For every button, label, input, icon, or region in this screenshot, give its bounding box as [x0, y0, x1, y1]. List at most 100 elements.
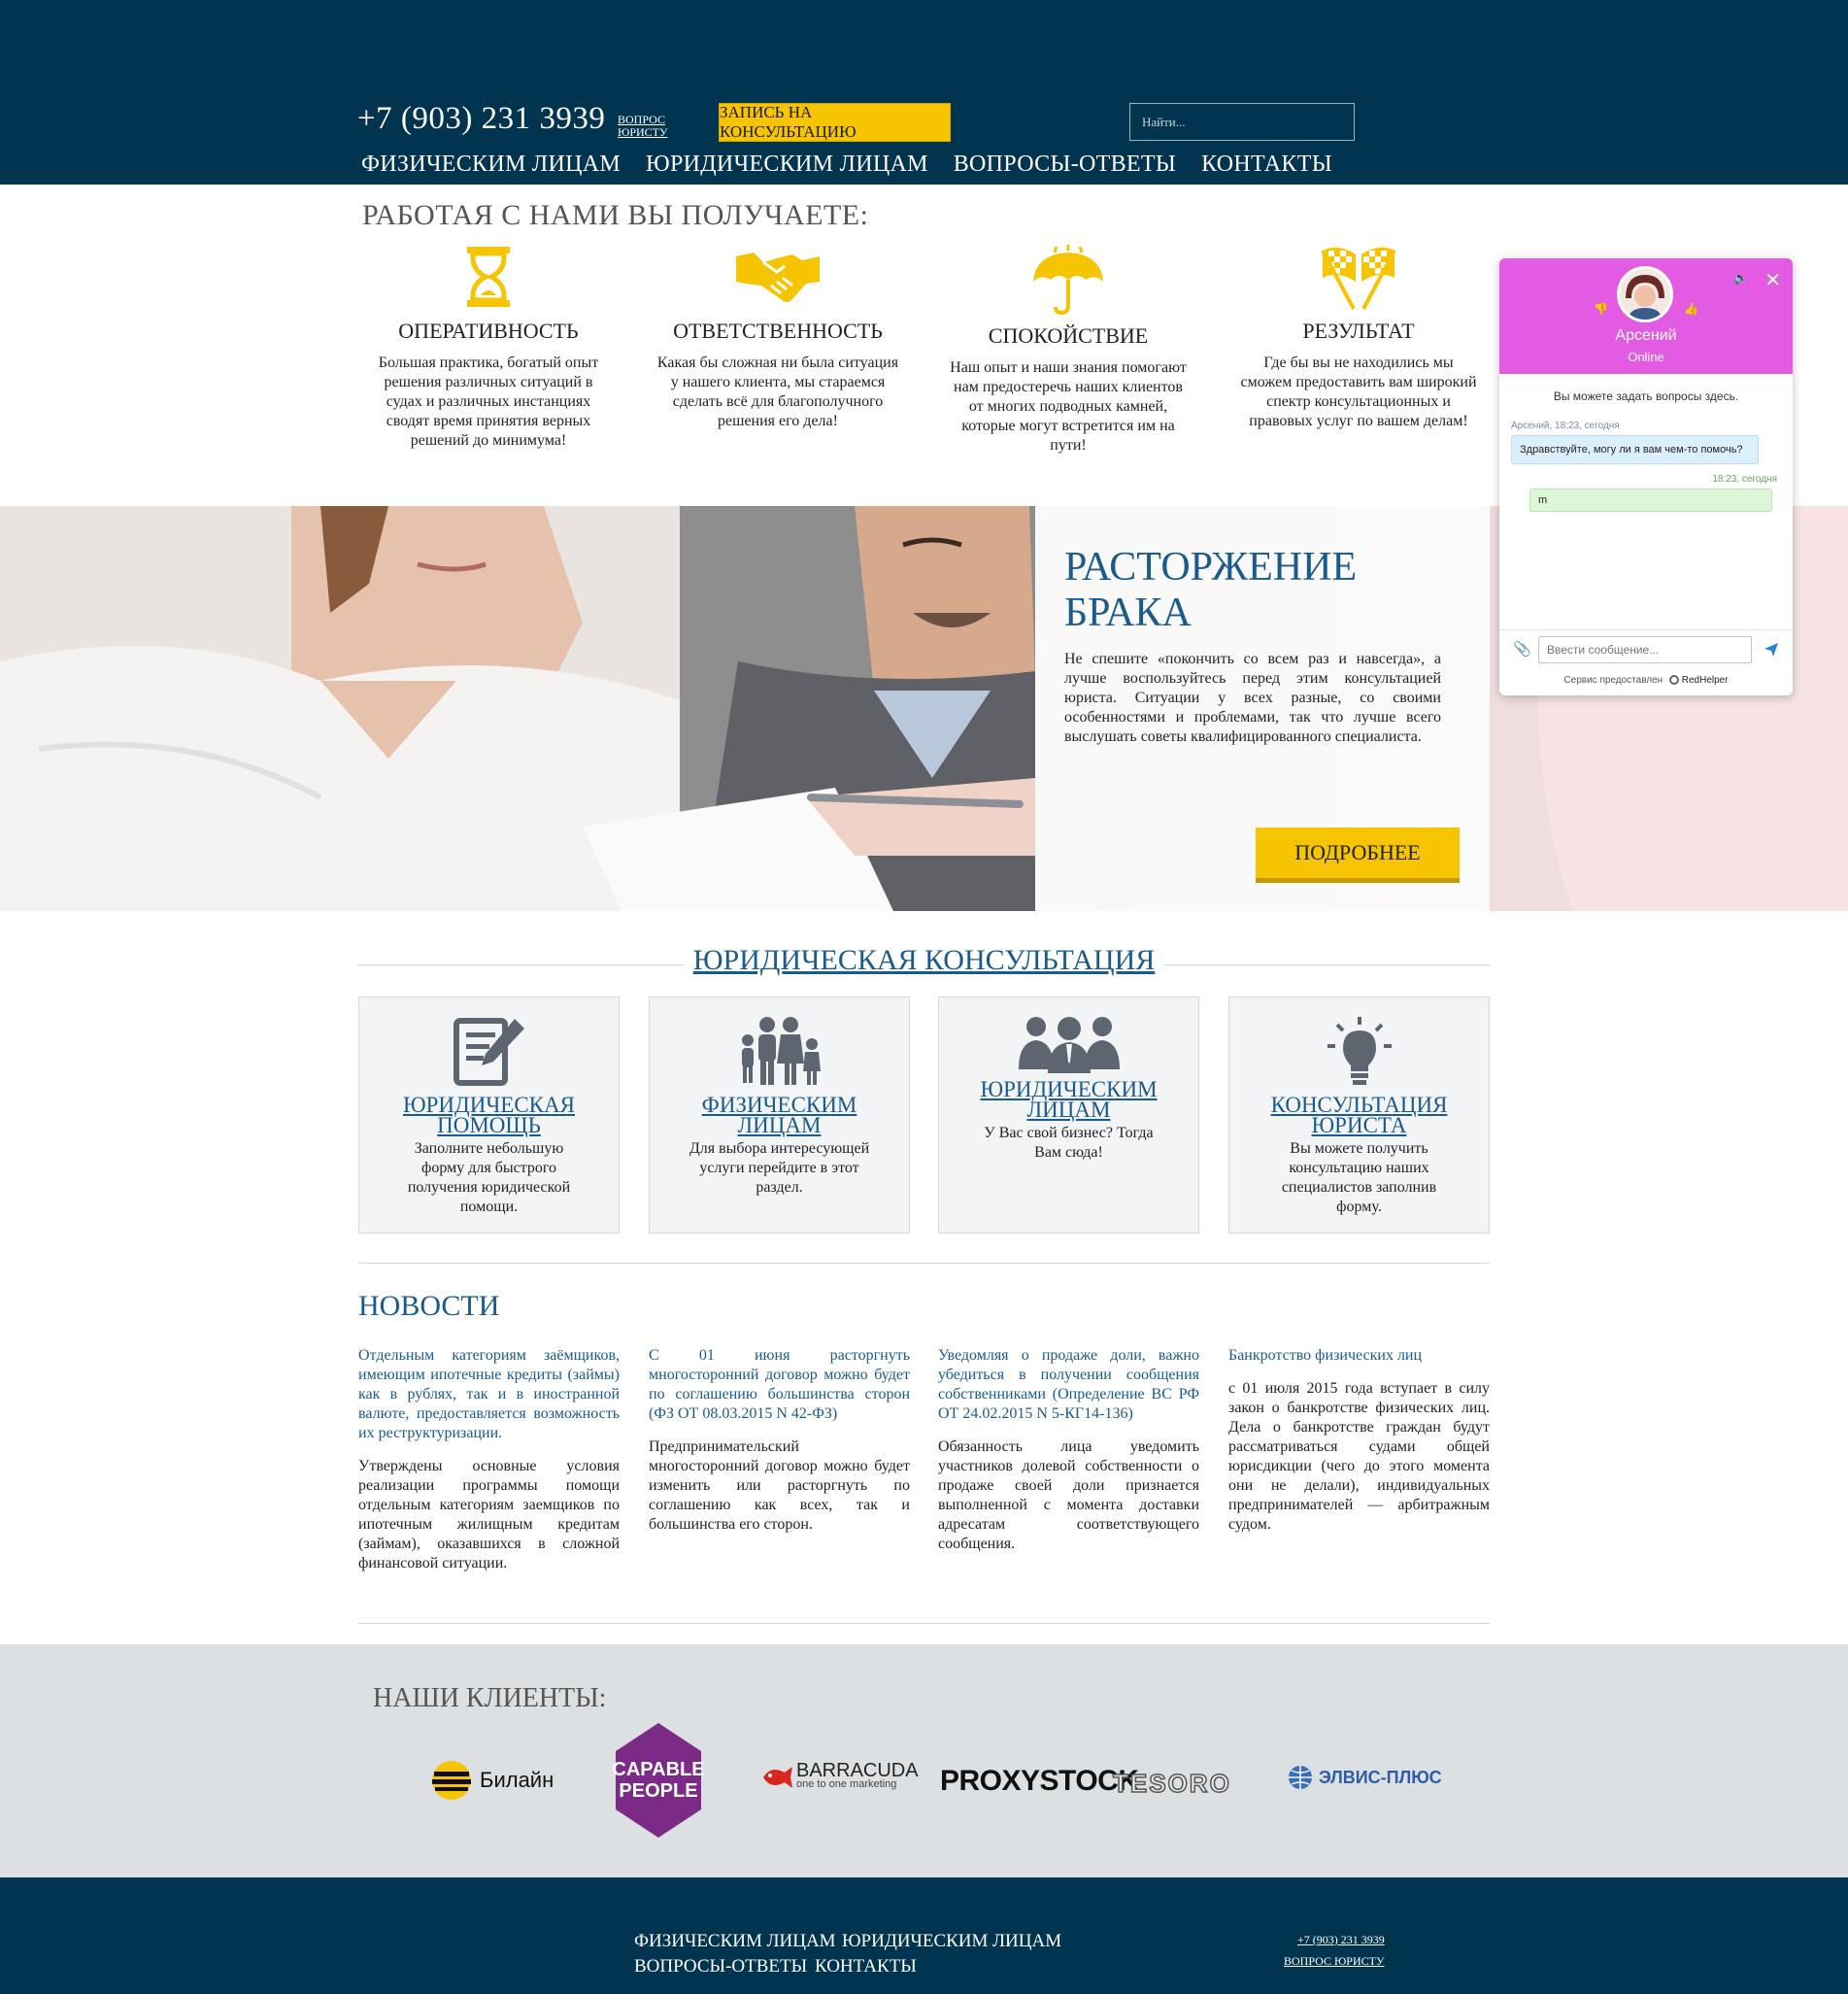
benefit-title: РЕЗУЛЬТАТ	[1302, 319, 1415, 343]
logo-barracuda: BARRACUDA one to one marketing	[761, 1760, 919, 1792]
news-item: Уведомляя о продаже доли, важно убедитьс…	[938, 1346, 1199, 1554]
elvis-name: ЭЛВИС-ПЛЮС	[1319, 1767, 1442, 1787]
card-text: Для выбора интересующей услуги перейдите…	[689, 1140, 870, 1196]
card-title[interactable]: ЮРИДИЧЕСКИМ ЛИЦАМ	[939, 1078, 1198, 1121]
news-body: Утверждены основные условия реализации п…	[358, 1458, 620, 1572]
card-title[interactable]: ЮРИДИЧЕСКАЯ ПОМОЩЬ	[359, 1094, 619, 1136]
news-headline[interactable]: Уведомляя о продаже доли, важно убедитьс…	[938, 1346, 1199, 1424]
hero-text: Не спешите «покончить со всем раз и навс…	[1064, 651, 1441, 745]
consult-title-text[interactable]: ЮРИДИЧЕСКАЯ КОНСУЛЬТАЦИЯ	[683, 944, 1165, 976]
news-headline[interactable]: Отдельным категориям заёмщиков, имеющим …	[358, 1346, 620, 1443]
lightbulb-icon	[1327, 1017, 1392, 1085]
ask-lawyer-line2: ЮРИСТУ	[618, 125, 668, 139]
handshake-icon	[736, 253, 820, 302]
nav-legal-entities[interactable]: ЮРИДИЧЕСКИМ ЛИЦАМ	[646, 152, 928, 178]
footer-nav-legal-entities[interactable]: ЮРИДИЧЕСКИМ ЛИЦАМ	[842, 1931, 1061, 1952]
logo-tesoro: TESORO	[1112, 1768, 1231, 1799]
agent-avatar	[1617, 266, 1673, 322]
card-title[interactable]: ФИЗИЧЕСКИМ ЛИЦАМ	[650, 1094, 909, 1136]
logo-elvis-plus: ЭЛВИС-ПЛЮС	[1288, 1765, 1442, 1790]
umbrella-icon	[1033, 245, 1103, 316]
logo-proxystock: PROXYSTOCK	[940, 1765, 1139, 1798]
divider	[358, 1623, 1490, 1624]
news-body: с 01 июля 2015 года вступает в силу зако…	[1228, 1380, 1490, 1533]
barracuda-fish-icon	[763, 1767, 792, 1788]
news-headline[interactable]: С 01 июня расторгнуть многосторонний дог…	[649, 1346, 910, 1424]
header-phone[interactable]: +7 (903) 231 3939	[357, 101, 605, 137]
nav-individuals[interactable]: ФИЗИЧЕСКИМ ЛИЦАМ	[361, 152, 621, 178]
benefit-text: Где бы вы не находились мы сможем предос…	[1240, 355, 1477, 429]
divider	[358, 1263, 1490, 1264]
benefit-text: Какая бы сложная ни была ситуация у наше…	[656, 355, 899, 429]
chat-header: 🔈 ✕ 👎 👍 Арсений Online	[1499, 258, 1793, 374]
card-text: Заполните небольшую форму для быстрого п…	[407, 1140, 571, 1215]
thumbs-up-icon[interactable]: 👍	[1684, 302, 1698, 316]
beeline-name: Билайн	[480, 1768, 554, 1792]
agent-avatar-image	[1620, 269, 1670, 320]
benefit-title: СПОКОЙСТВИЕ	[988, 323, 1149, 348]
benefit-title: ОТВЕТСТВЕННОСТЬ	[673, 319, 883, 343]
chat-hint: Вы можете задать вопросы здесь.	[1553, 389, 1739, 403]
logo-beeline: Билайн	[431, 1760, 554, 1801]
clients-section: НАШИ КЛИЕНТЫ: Билайн CAPABLE PEOPLE BARR…	[0, 1644, 1848, 1877]
checkered-flags-icon	[1321, 247, 1396, 310]
footer-nav-individuals[interactable]: ФИЗИЧЕСКИМ ЛИЦАМ	[634, 1931, 836, 1952]
news-item: Отдельным категориям заёмщиков, имеющим …	[358, 1346, 620, 1573]
top-nav: ФИЗИЧЕСКИМ ЛИЦАМ ЮРИДИЧЕСКИМ ЛИЦАМ ВОПРО…	[361, 152, 1332, 178]
thumbs-down-icon[interactable]: 👎	[1594, 302, 1608, 316]
news-title: НОВОСТИ	[358, 1290, 500, 1322]
hero-title: РАСТОРЖЕНИЕ БРАКА	[1064, 545, 1357, 636]
news-body: Обязанность лица уведомить участников до…	[938, 1438, 1199, 1552]
ask-lawyer-line1: ВОПРОС	[618, 113, 665, 126]
close-icon[interactable]: ✕	[1764, 268, 1781, 292]
card-lawyer-consult[interactable]: КОНСУЛЬТАЦИЯ ЮРИСТА Вы можете получить к…	[1228, 997, 1490, 1234]
footer-phone[interactable]: +7 (903) 231 3939	[1297, 1933, 1385, 1947]
send-icon[interactable]	[1764, 642, 1779, 658]
beeline-icon	[432, 1761, 471, 1800]
footer-ask-lawyer-link[interactable]: ВОПРОС ЮРИСТУ	[1284, 1954, 1384, 1969]
logo-capable-people: CAPABLE PEOPLE	[612, 1723, 705, 1838]
benefit-result: РЕЗУЛЬТАТ Где бы вы не находились мы смо…	[1237, 243, 1480, 431]
card-legal-entities[interactable]: ЮРИДИЧЕСКИМ ЛИЦАМ У Вас свой бизнес? Тог…	[938, 997, 1199, 1234]
card-title[interactable]: КОНСУЛЬТАЦИЯ ЮРИСТА	[1229, 1094, 1489, 1136]
provider-name[interactable]: RedHelper	[1682, 675, 1729, 686]
benefit-speed: ОПЕРАТИВНОСТЬ Большая практика, богатый …	[367, 243, 610, 451]
tesoro-name: TESORO	[1112, 1768, 1231, 1799]
chat-message-input[interactable]	[1538, 636, 1752, 663]
ask-lawyer-link[interactable]: ВОПРОС ЮРИСТУ	[618, 114, 668, 139]
news-headline[interactable]: Банкротство физических лиц	[1228, 1346, 1490, 1366]
search-input[interactable]	[1129, 103, 1355, 141]
news-item: Банкротство физических лиц с 01 июля 201…	[1228, 1346, 1490, 1535]
document-pen-icon	[453, 1018, 524, 1086]
footer-nav-contacts[interactable]: КОНТАКТЫ	[815, 1956, 917, 1977]
nav-faq[interactable]: ВОПРОСЫ-ОТВЕТЫ	[954, 152, 1176, 178]
provided-by-text: Сервис предоставлен	[1563, 675, 1663, 686]
sound-icon[interactable]: 🔈	[1733, 271, 1748, 285]
chat-provider: Сервис предоставлен RedHelper	[1499, 675, 1793, 686]
attachment-icon[interactable]: 📎	[1513, 640, 1531, 658]
user-message: m	[1529, 489, 1772, 512]
consult-title[interactable]: ЮРИДИЧЕСКАЯ КОНСУЛЬТАЦИЯ	[0, 944, 1848, 977]
card-individuals[interactable]: ФИЗИЧЕСКИМ ЛИЦАМ Для выбора интересующей…	[649, 997, 910, 1234]
chat-widget: 🔈 ✕ 👎 👍 Арсений Online Вы можете задать …	[1499, 258, 1793, 695]
clients-title: НАШИ КЛИЕНТЫ:	[373, 1683, 607, 1713]
nav-contacts[interactable]: КОНТАКТЫ	[1201, 152, 1332, 178]
proxystock-name: PROXYSTOCK	[940, 1765, 1139, 1797]
site-header: +7 (903) 231 3939 ВОПРОС ЮРИСТУ ЗАПИСЬ Н…	[0, 0, 1848, 185]
agent-message-meta: Арсений, 18:23, сегодня	[1511, 421, 1620, 431]
benefit-text: Наш опыт и наши знания помогают нам пред…	[950, 359, 1187, 454]
barracuda-name: BARRACUDA	[796, 1760, 919, 1781]
agent-status: Online	[1628, 350, 1664, 364]
elvis-globe-icon	[1289, 1766, 1312, 1789]
hero-title-line1: РАСТОРЖЕНИЕ	[1064, 545, 1358, 590]
family-icon	[741, 1017, 821, 1085]
benefit-title: ОПЕРАТИВНОСТЬ	[398, 319, 579, 343]
consult-signup-button[interactable]: ЗАПИСЬ НА КОНСУЛЬТАЦИЮ	[719, 103, 951, 142]
chat-input-row: 📎	[1499, 629, 1793, 666]
news-body: Предпринимательский многосторонний догов…	[649, 1438, 910, 1533]
hero-more-button[interactable]: ПОДРОБНЕЕ	[1256, 828, 1460, 883]
card-legal-help[interactable]: ЮРИДИЧЕСКАЯ ПОМОЩЬ Заполните небольшую ф…	[358, 997, 620, 1234]
agent-name: Арсений	[1615, 327, 1677, 344]
footer-nav-faq[interactable]: ВОПРОСЫ-ОТВЕТЫ	[634, 1956, 807, 1977]
capable-line1: CAPABLE	[612, 1759, 705, 1780]
